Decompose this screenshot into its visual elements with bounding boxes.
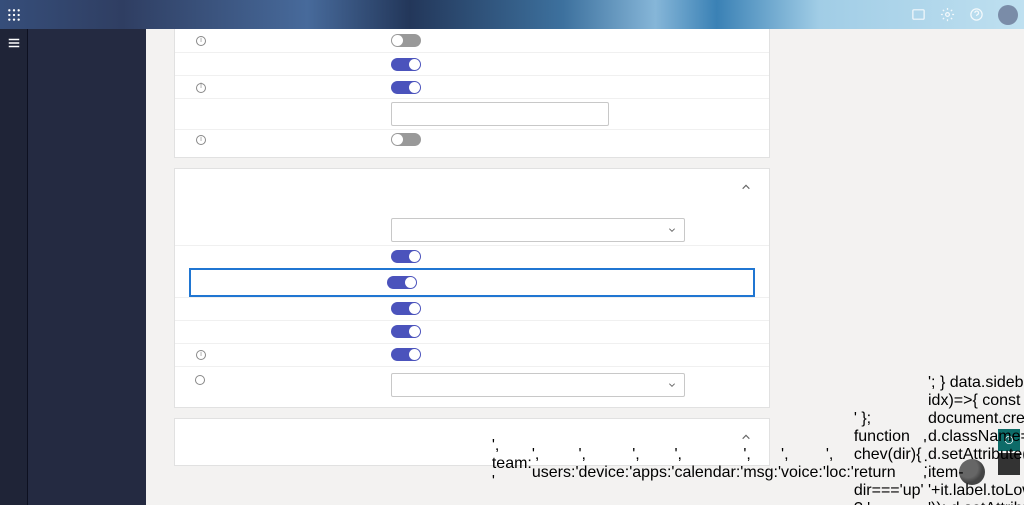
info-icon[interactable]: i	[196, 350, 206, 360]
toggle[interactable]	[387, 276, 417, 289]
setting-store-outside: i	[175, 129, 769, 157]
toggle[interactable]	[391, 81, 421, 94]
info-icon[interactable]: i	[196, 36, 206, 46]
nav-toggle-icon[interactable]	[0, 29, 27, 57]
video-filters-select[interactable]	[391, 373, 685, 397]
nav-rail	[0, 29, 28, 505]
setting-external-give-control	[189, 268, 755, 297]
toggle[interactable]	[391, 348, 421, 361]
setting-give-control	[175, 245, 769, 268]
side-nav	[28, 29, 146, 505]
setting-auto-expire: i	[175, 75, 769, 98]
setting-shared-notes: i	[175, 343, 769, 366]
toggle[interactable]	[391, 302, 421, 315]
info-icon[interactable]: i	[196, 135, 206, 145]
content-sharing-section: i	[174, 168, 770, 408]
chevron-down-icon	[668, 226, 676, 234]
header-promoted-icon[interactable]	[911, 7, 926, 22]
chevron-up-icon[interactable]	[741, 432, 751, 442]
chevron-down-icon	[668, 381, 676, 389]
recording-settings-card: i i i	[174, 29, 770, 158]
settings-gear-icon[interactable]	[940, 7, 955, 22]
toggle[interactable]	[391, 133, 421, 146]
default-expiration-input[interactable]	[391, 102, 609, 126]
toggle[interactable]	[391, 58, 421, 71]
setting-default-expiration	[175, 98, 769, 129]
app-launcher-icon[interactable]	[0, 8, 28, 22]
setting-whiteboard	[175, 320, 769, 343]
setting-screen-sharing-mode	[175, 215, 769, 245]
screen-sharing-select[interactable]	[391, 218, 685, 242]
feedback-button[interactable]: ', team: '', users:'', device:'', apps:'…	[998, 453, 1020, 475]
setting-transcription: i	[175, 29, 769, 52]
setting-cloud-recording	[175, 52, 769, 75]
section-description	[175, 205, 769, 215]
help-widget: ', team: '', users:'', device:'', apps:'…	[998, 429, 1020, 475]
help-icon[interactable]	[969, 7, 984, 22]
toggle[interactable]	[391, 325, 421, 338]
toggle[interactable]	[391, 250, 421, 263]
content-area: i i i	[146, 29, 1024, 505]
setting-powerpoint-sharing	[175, 297, 769, 320]
user-avatar[interactable]	[998, 5, 1018, 25]
header-bar	[0, 0, 1024, 29]
chevron-up-icon[interactable]	[741, 182, 751, 192]
info-icon[interactable]: i	[196, 83, 206, 93]
setting-video-filters	[175, 366, 769, 407]
toggle[interactable]	[391, 34, 421, 47]
